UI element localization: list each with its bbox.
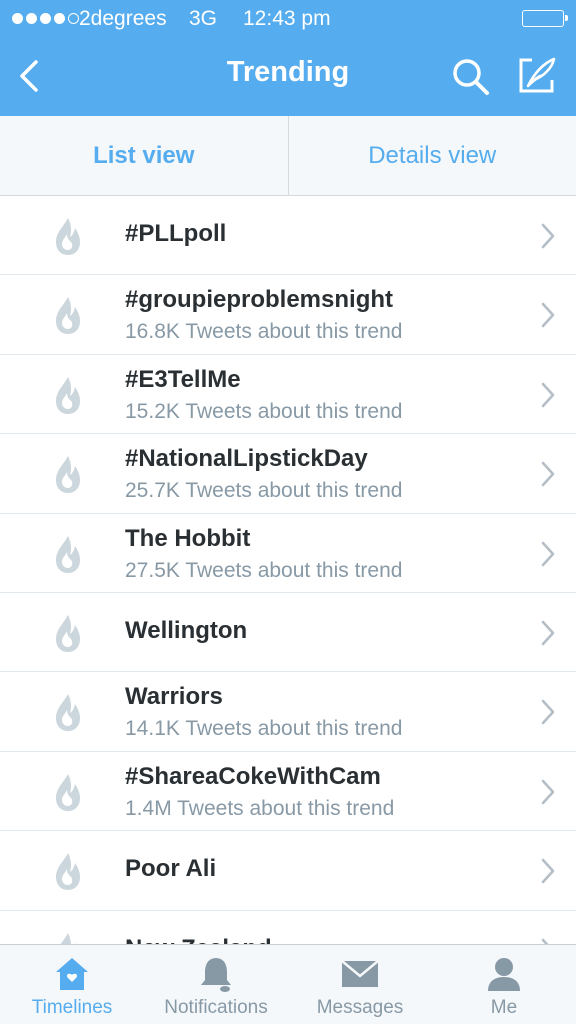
home-icon [56,958,88,990]
person-icon [488,958,520,991]
compose-icon[interactable] [516,54,558,96]
trend-name: Wellington [125,616,248,644]
trend-name: #PLLpoll [125,220,227,247]
trend-name: The Hobbit [125,524,251,552]
search-icon[interactable] [450,56,492,98]
carrier-name: 2degrees [79,7,167,30]
trend-name: #NationalLipstickDay [125,445,368,473]
flame-icon [52,375,84,415]
trend-name: #groupieproblemsnight [125,286,394,314]
tab-me[interactable]: Me [454,945,554,1024]
flame-icon [52,216,84,256]
status-bar: 2degrees 3G 12:43 pm [0,0,576,38]
tab-notifications-label: Notifications [164,997,268,1018]
trend-tweet-count: 16.8K Tweets about this trend [125,320,403,344]
chevron-right-icon [540,937,556,944]
trend-row[interactable]: #PLLpoll [0,196,576,276]
trend-row[interactable]: The Hobbit 27.5K Tweets about this trend [0,514,576,593]
bell-icon [201,958,231,992]
status-time: 12:43 pm [243,7,331,30]
signal-strength-icon [12,13,79,24]
trend-row[interactable]: #E3TellMe 15.2K Tweets about this trend [0,355,576,435]
trend-name: New Zealand [125,935,272,944]
trend-row[interactable]: #groupieproblemsnight 16.8K Tweets about … [0,275,576,355]
trend-name: #E3TellMe [125,365,241,393]
chevron-right-icon [540,619,556,647]
trend-tweet-count: 14.1K Tweets about this trend [125,717,403,741]
flame-icon [52,613,84,653]
flame-icon [52,295,84,335]
network-type: 3G [189,7,218,30]
tab-timelines-label: Timelines [31,997,113,1018]
flame-icon [52,534,84,574]
trend-row[interactable]: Warriors 14.1K Tweets about this trend [0,672,576,752]
tab-messages-label: Messages [316,997,404,1018]
trend-row[interactable]: #NationalLipstickDay 25.7K Tweets about t… [0,434,576,514]
trend-name: Poor Ali [125,855,217,883]
trend-tweet-count: 27.5K Tweets about this trend [125,558,403,582]
tab-bar: Timelines Notifications Messages Me [0,944,576,1024]
flame-icon [52,772,84,812]
chevron-right-icon [540,778,556,806]
battery-icon [522,10,568,27]
trend-tweet-count: 25.7K Tweets about this trend [125,479,403,503]
trend-tweet-count: 1.4M Tweets about this trend [125,796,395,820]
flame-icon [52,931,84,944]
header: 2degrees 3G 12:43 pm Trending [0,0,576,116]
tab-notifications[interactable]: Notifications [152,945,280,1024]
trend-name: Warriors [125,683,223,711]
chevron-right-icon [540,540,556,568]
trend-row[interactable]: Wellington [0,593,576,673]
tab-timelines[interactable]: Timelines [14,945,130,1024]
trend-row[interactable]: #ShareaCokeWithCam 1.4M Tweets about this… [0,752,576,832]
trend-name: #ShareaCokeWithCam [125,762,381,790]
chevron-right-icon [540,222,556,250]
trend-tweet-count: 15.2K Tweets about this trend [125,399,403,423]
tab-details-view[interactable]: Details view [289,116,576,195]
chevron-right-icon [540,301,556,329]
trend-row[interactable]: Poor Ali [0,831,576,911]
view-toggle: List view Details view [0,116,576,196]
chevron-right-icon [540,381,556,409]
flame-icon [52,692,84,732]
trends-list: #PLLpoll #groupieproblemsnight 16.8K Tweet… [0,196,576,944]
envelope-icon [341,960,379,987]
flame-icon [52,851,84,891]
tab-messages[interactable]: Messages [304,945,416,1024]
chevron-right-icon [540,857,556,885]
trend-row[interactable]: New Zealand [0,911,576,944]
chevron-right-icon [540,460,556,488]
navbar: Trending [0,38,576,116]
chevron-right-icon [540,698,556,726]
tab-list-view[interactable]: List view [0,116,289,195]
tab-me-label: Me [490,997,518,1018]
flame-icon [52,454,84,494]
